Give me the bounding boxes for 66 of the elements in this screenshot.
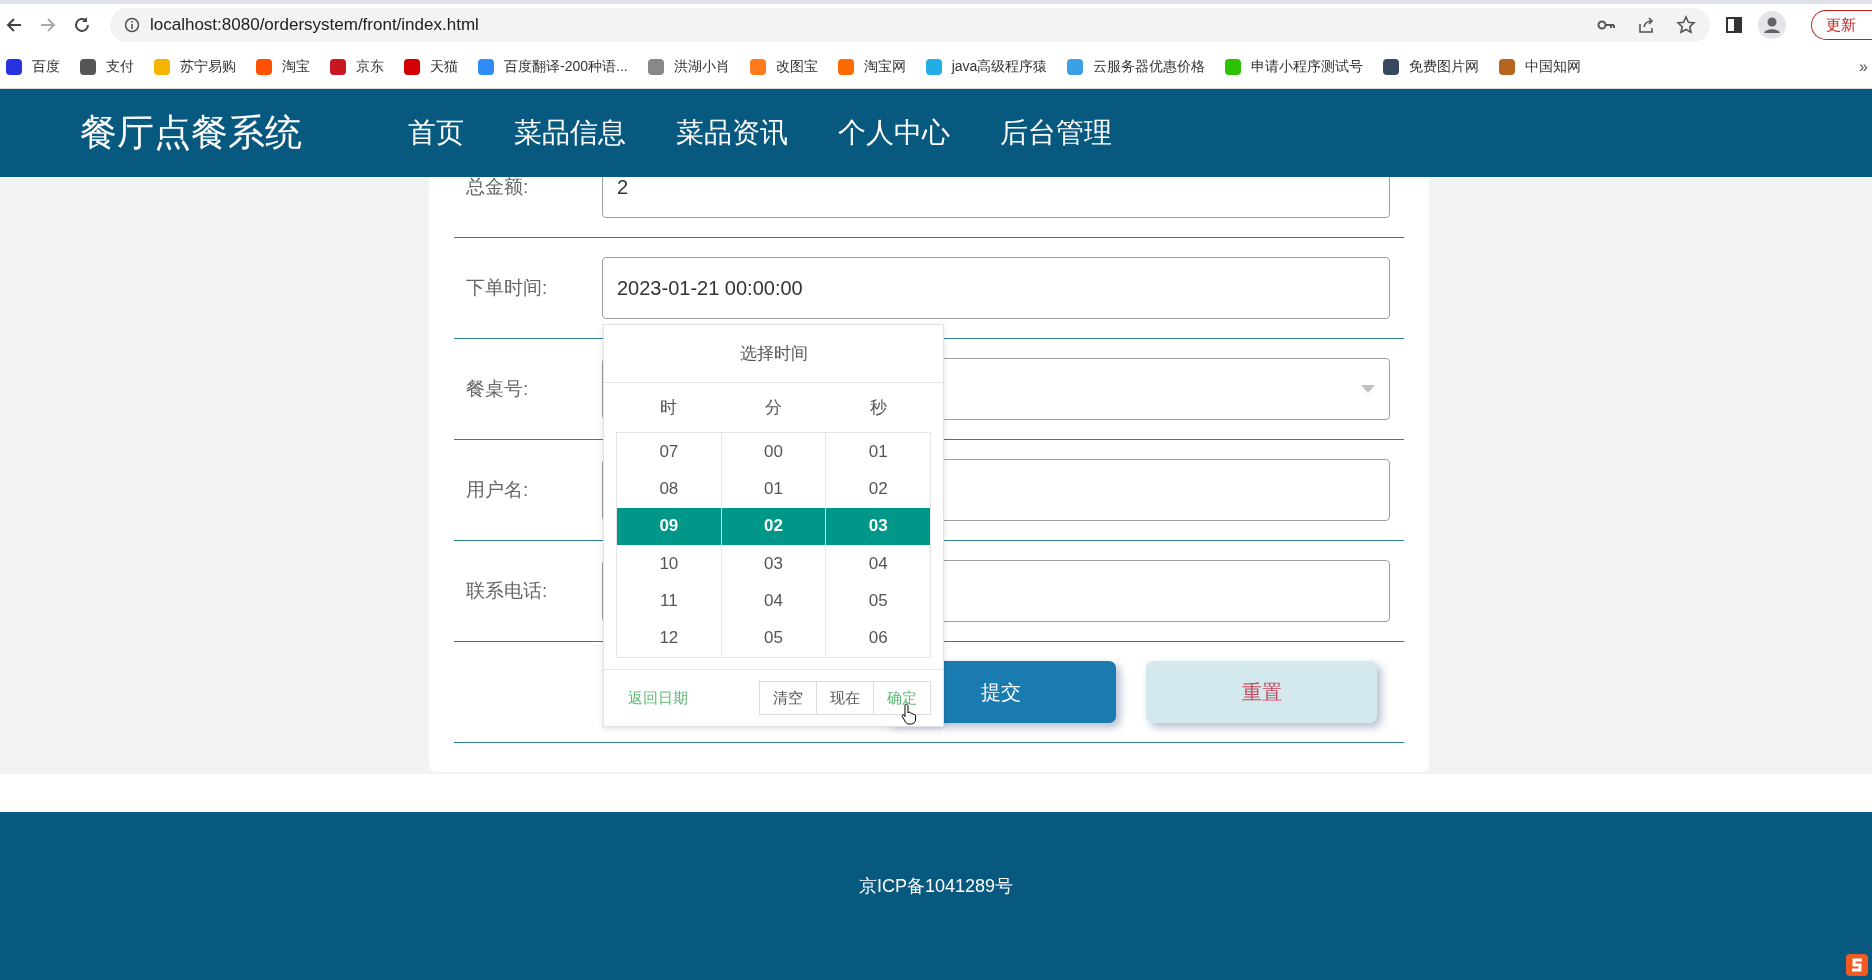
bookmark-link[interactable]: 中国知网 — [1499, 58, 1582, 76]
field-label: 联系电话: — [465, 579, 549, 603]
input-field[interactable]: 2 — [602, 177, 1390, 218]
time-option[interactable]: 05 — [721, 619, 826, 657]
address-bar[interactable]: localhost:8080/ordersystem/front/index.html — [110, 8, 1710, 42]
nav-link[interactable]: 后台管理 — [1000, 114, 1112, 152]
time-option[interactable]: 00 — [721, 433, 826, 471]
input-field[interactable]: 2023-01-21 00:00:00 — [602, 257, 1390, 319]
url-text: localhost:8080/ordersystem/front/index.html — [150, 15, 479, 35]
column-header: 时 — [659, 397, 678, 419]
more-bookmarks-chevron[interactable]: » — [1859, 58, 1868, 76]
time-option[interactable]: 06 — [826, 619, 930, 657]
time-option[interactable]: 11 — [617, 582, 721, 620]
bookmark-link[interactable]: 支付 — [80, 58, 134, 76]
bookmark-link[interactable]: 天猫 — [404, 58, 458, 76]
field-label: 下单时间: — [465, 276, 549, 300]
site-logo[interactable]: 餐厅点餐系统 — [80, 108, 302, 158]
picker-button[interactable]: 清空 — [759, 681, 817, 715]
time-option[interactable]: 09 — [617, 507, 721, 545]
time-option[interactable]: 03 — [721, 545, 826, 583]
bookmark-link[interactable]: 洪湖小肖 — [647, 58, 730, 76]
time-option[interactable]: 05 — [826, 582, 930, 620]
bookmark-link[interactable]: 淘宝 — [256, 58, 310, 76]
info-icon[interactable] — [124, 17, 140, 33]
input-method-icon[interactable] — [1846, 954, 1868, 976]
reload-icon[interactable] — [72, 15, 92, 35]
time-option[interactable]: 01 — [826, 433, 930, 471]
nav-link[interactable]: 首页 — [408, 114, 464, 152]
nav-link[interactable]: 个人中心 — [838, 114, 950, 152]
time-option[interactable]: 04 — [721, 582, 826, 620]
field-label: 用户名: — [465, 478, 530, 502]
update-button[interactable]: 更新 — [1811, 10, 1872, 40]
bookmark-link[interactable]: java高级程序猿 — [925, 58, 1048, 76]
bookmark-link[interactable]: 京东 — [330, 58, 384, 76]
bookmark-link[interactable]: 申请小程序测试号 — [1225, 58, 1364, 76]
bookmark-link[interactable]: 苏宁易购 — [154, 58, 236, 76]
bookmark-link[interactable]: 淘宝网 — [837, 58, 906, 76]
dropdown-caret-icon — [1361, 385, 1375, 393]
nav-link[interactable]: 菜品资讯 — [676, 114, 788, 152]
bookmark-link[interactable]: 改图宝 — [749, 58, 818, 76]
time-option[interactable]: 01 — [721, 470, 826, 508]
share-icon[interactable] — [1636, 15, 1656, 35]
bookmark-link[interactable]: 免费图片网 — [1383, 58, 1480, 76]
bookmark-link[interactable]: 云服务器优惠价格 — [1067, 58, 1206, 76]
time-option[interactable]: 02 — [826, 470, 930, 508]
time-option[interactable]: 08 — [617, 470, 721, 508]
bookmark-link[interactable]: 百度翻译-200种语... — [478, 58, 628, 76]
column-header: 分 — [764, 397, 783, 419]
time-option[interactable]: 02 — [721, 507, 826, 545]
field-label: 餐桌号: — [465, 377, 530, 401]
field-label: 总金额: — [465, 177, 530, 199]
time-option[interactable]: 10 — [617, 545, 721, 583]
time-option[interactable]: 07 — [617, 433, 721, 471]
picker-title: 选择时间 — [604, 325, 943, 383]
profile-avatar-icon[interactable] — [1758, 11, 1786, 39]
sidebar-icon[interactable] — [1724, 15, 1744, 35]
bookmark-link[interactable]: 百度 — [6, 58, 60, 76]
reset-button[interactable]: 重置 — [1146, 661, 1377, 723]
time-option[interactable]: 03 — [826, 507, 930, 545]
nav-link[interactable]: 菜品信息 — [514, 114, 626, 152]
footer-text: 京ICP备1041289号 — [858, 875, 1014, 896]
picker-button[interactable]: 现在 — [816, 681, 874, 715]
column-header: 秒 — [869, 397, 888, 419]
time-option[interactable]: 04 — [826, 545, 930, 583]
time-option[interactable]: 12 — [617, 619, 721, 657]
star-icon[interactable] — [1676, 15, 1696, 35]
